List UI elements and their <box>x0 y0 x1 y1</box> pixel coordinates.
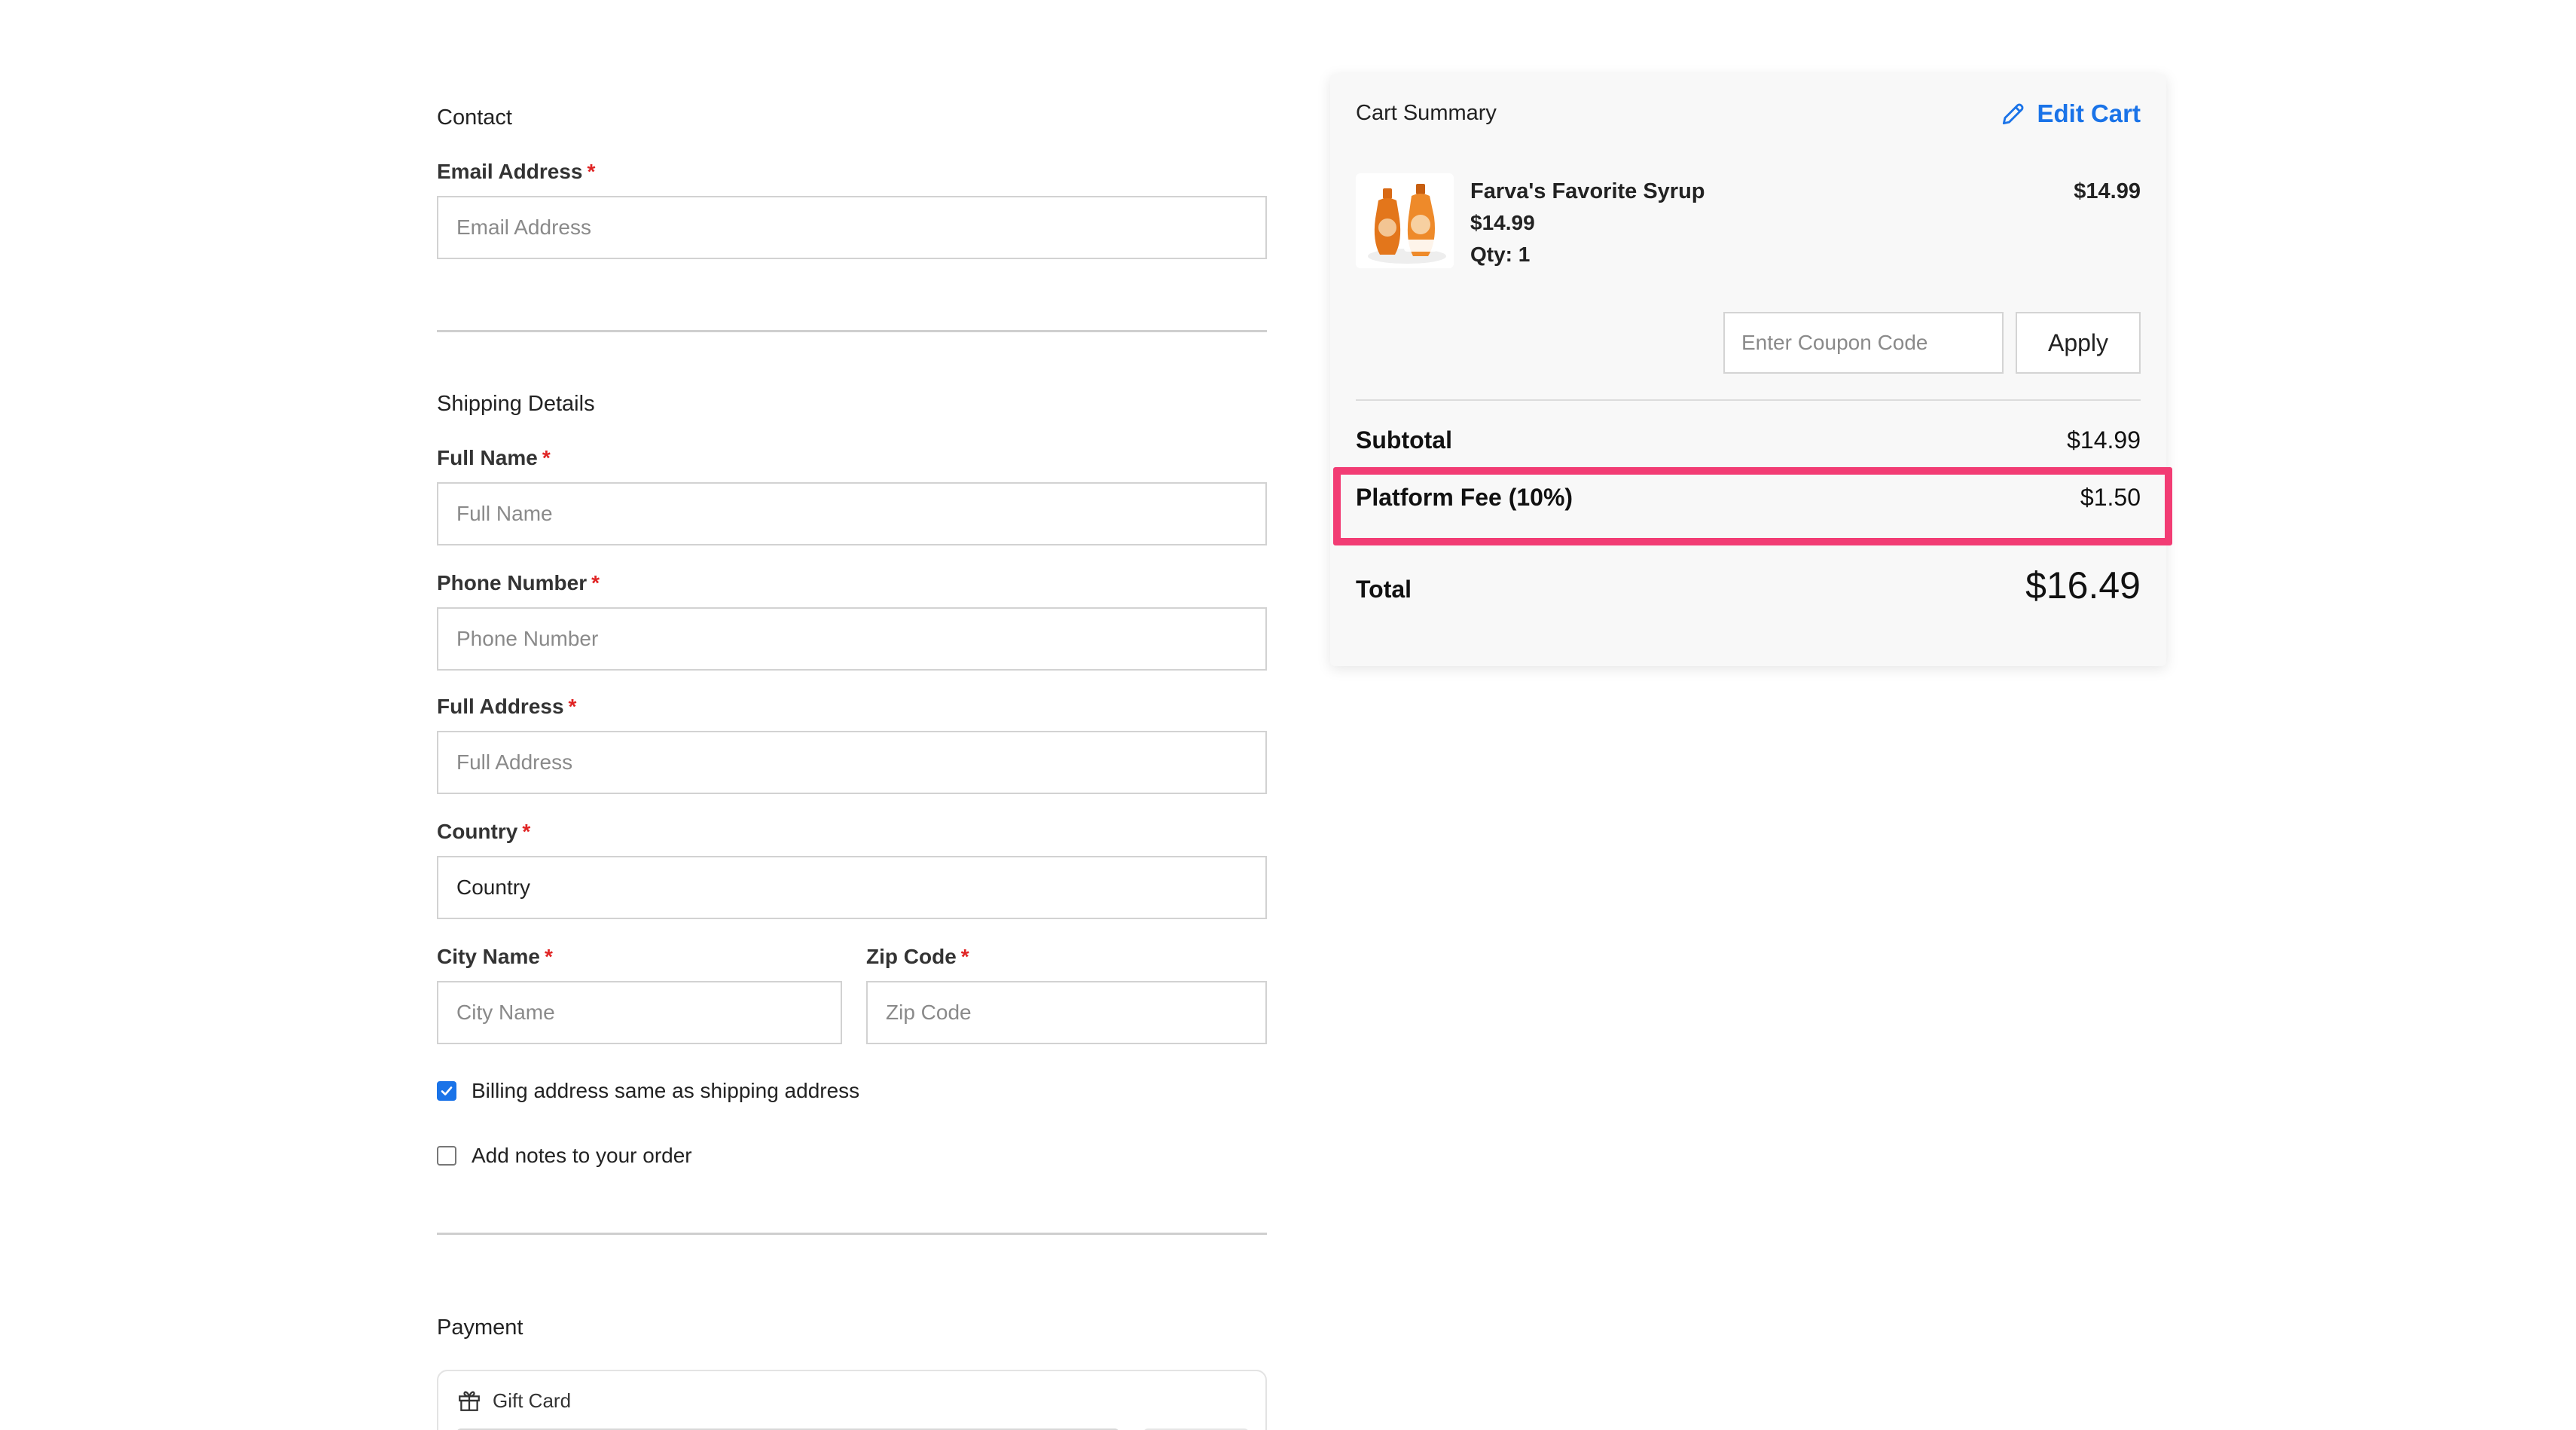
payment-section-title: Payment <box>437 1315 523 1340</box>
contact-section-title: Contact <box>437 105 512 130</box>
add-notes-checkbox[interactable] <box>437 1146 456 1166</box>
platform-fee-label: Platform Fee (10%) <box>1356 484 1573 511</box>
billing-same-row[interactable]: Billing address same as shipping address <box>437 1079 859 1103</box>
product-line-total: $14.99 <box>2074 179 2141 203</box>
product-thumbnail <box>1356 173 1454 268</box>
shipping-section-title: Shipping Details <box>437 392 595 416</box>
billing-same-checkbox[interactable] <box>437 1081 456 1101</box>
platform-fee-value: $1.50 <box>2080 484 2141 511</box>
syrup-bottle-image <box>1368 184 1446 264</box>
section-divider <box>437 330 1267 332</box>
checkout-page: Contact Email Address* Shipping Details … <box>0 0 2576 1430</box>
full-name-label: Full Name * <box>437 446 551 469</box>
zip-label: Zip Code * <box>866 945 969 968</box>
city-label: City Name * <box>437 945 553 968</box>
section-divider <box>437 1233 1267 1235</box>
product-quantity: Qty: 1 <box>1470 243 1531 266</box>
total-value: $16.49 <box>2025 564 2141 607</box>
add-notes-label: Add notes to your order <box>472 1144 692 1167</box>
country-select-value: Country <box>456 875 531 899</box>
cart-summary-title: Cart Summary <box>1356 101 1497 125</box>
address-label: Full Address * <box>437 695 577 718</box>
billing-same-label: Billing address same as shipping address <box>472 1079 860 1102</box>
full-name-field[interactable] <box>437 482 1267 545</box>
gift-card-header[interactable]: Gift Card <box>456 1388 571 1413</box>
product-price: $14.99 <box>1470 211 1535 234</box>
gift-card-label: Gift Card <box>493 1389 572 1412</box>
subtotal-label: Subtotal <box>1356 426 1452 454</box>
email-field[interactable] <box>437 196 1267 259</box>
gift-icon <box>459 1391 480 1411</box>
coupon-code-input[interactable] <box>1723 312 2004 374</box>
subtotal-value: $14.99 <box>2067 426 2141 454</box>
edit-cart-link[interactable]: Edit Cart <box>1999 99 2141 128</box>
pencil-icon <box>2003 103 2024 125</box>
gift-card-panel: Gift Card <box>437 1370 1267 1430</box>
country-select[interactable]: Country <box>437 856 1267 919</box>
apply-coupon-button[interactable]: Apply <box>2016 312 2141 374</box>
checkmark-icon <box>441 1086 453 1095</box>
country-label: Country * <box>437 820 531 843</box>
phone-field[interactable] <box>437 607 1267 671</box>
add-notes-row[interactable]: Add notes to your order <box>437 1144 692 1168</box>
email-label: Email Address * <box>437 160 596 183</box>
product-name: Farva's Favorite Syrup <box>1470 179 1705 203</box>
edit-cart-label: Edit Cart <box>2037 99 2141 127</box>
phone-label: Phone Number * <box>437 571 600 594</box>
cart-divider <box>1356 399 2141 401</box>
zip-field[interactable] <box>866 981 1267 1044</box>
cart-summary-panel: Cart Summary Edit Cart Farva's Favorite … <box>1330 74 2166 666</box>
total-label: Total <box>1356 576 1412 603</box>
address-field[interactable] <box>437 731 1267 794</box>
city-field[interactable] <box>437 981 842 1044</box>
